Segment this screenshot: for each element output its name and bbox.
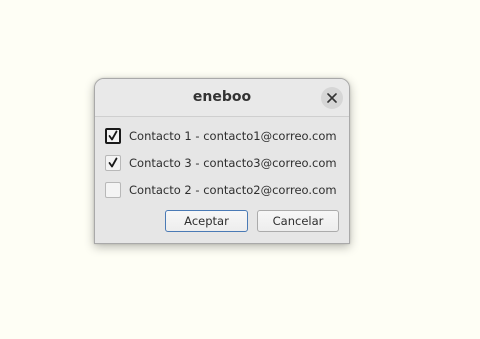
contact-label: Contacto 1 - contacto1@correo.com [129, 129, 337, 143]
dialog-title: eneboo [192, 89, 252, 105]
contact-checkbox-2[interactable] [105, 182, 121, 198]
checkmark-icon [108, 157, 118, 168]
contact-label: Contacto 3 - contacto3@correo.com [129, 156, 337, 170]
close-button[interactable] [321, 87, 343, 109]
contact-row-2[interactable]: Contacto 2 - contacto2@correo.com [105, 182, 345, 200]
dialog-titlebar[interactable]: eneboo [95, 79, 349, 117]
cancel-button[interactable]: Cancelar [257, 210, 339, 232]
contact-row-3[interactable]: Contacto 3 - contacto3@correo.com [105, 155, 345, 173]
accept-button[interactable]: Aceptar [165, 210, 248, 232]
contact-checkbox-3[interactable] [105, 155, 121, 171]
contact-selection-dialog: eneboo Contacto 1 - contacto1@correo.com… [94, 78, 350, 244]
contact-label: Contacto 2 - contacto2@correo.com [129, 183, 337, 197]
contact-checkbox-1[interactable] [105, 128, 121, 144]
close-icon [327, 93, 337, 103]
checkmark-icon [108, 130, 118, 141]
contact-row-1[interactable]: Contacto 1 - contacto1@correo.com [105, 128, 345, 146]
